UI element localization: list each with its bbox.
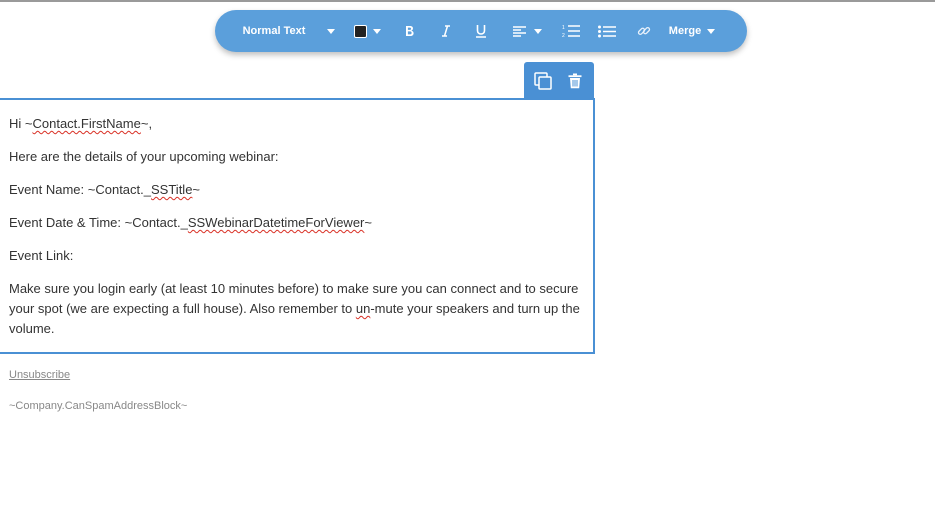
email-body-editor[interactable]: Hi ~Contact.FirstName~, Here are the det… [0, 98, 595, 354]
intro-line: Here are the details of your upcoming we… [9, 149, 279, 164]
merge-token-title: SSTitle [151, 182, 193, 197]
top-border [0, 0, 935, 2]
merge-token-firstname: Contact.FirstName [32, 116, 141, 131]
event-name-line: Event Name: ~Contact._SSTitle~ [9, 182, 201, 197]
bold-button[interactable] [399, 10, 419, 52]
svg-text:1: 1 [562, 25, 565, 31]
duplicate-block-button[interactable] [527, 62, 559, 100]
chevron-down-icon [372, 28, 381, 34]
merge-token-datetime: SSWebinarDatetimeForViewer [187, 215, 365, 230]
company-address-block: ~Company.CanSpamAddressBlock~ [9, 400, 188, 412]
merge-label: Merge [668, 25, 702, 37]
text-style-dropdown[interactable]: Normal Text [239, 10, 339, 52]
bullet-list-button[interactable] [596, 10, 618, 52]
spellcheck-word: un [355, 301, 371, 316]
numbered-list-button[interactable]: 1 2 [560, 10, 582, 52]
chevron-down-icon [533, 28, 542, 34]
chevron-down-icon [327, 28, 336, 34]
underline-icon [476, 25, 486, 38]
delete-block-button[interactable] [559, 62, 591, 100]
chevron-down-icon [707, 28, 716, 34]
copy-icon [534, 72, 552, 90]
numbered-list-icon: 1 2 [562, 25, 580, 38]
trash-icon [568, 73, 582, 89]
bold-icon [405, 26, 414, 36]
align-left-icon [512, 25, 526, 37]
note-paragraph: Make sure you login early (at least 10 m… [9, 281, 580, 336]
event-link-line: Event Link: [9, 248, 74, 263]
unsubscribe-link[interactable]: Unsubscribe [9, 369, 70, 381]
merge-dropdown[interactable]: Merge [667, 10, 717, 52]
formatting-toolbar: Normal Text 1 2 Merge [215, 10, 747, 52]
block-actions-bar [524, 62, 594, 100]
italic-icon [442, 25, 450, 37]
underline-button[interactable] [471, 10, 491, 52]
link-icon [637, 27, 651, 35]
svg-text:2: 2 [562, 33, 565, 38]
link-button[interactable] [634, 10, 654, 52]
greeting-line: Hi ~Contact.FirstName~, [9, 116, 153, 131]
color-swatch-icon [353, 24, 367, 38]
text-style-label: Normal Text [242, 25, 306, 37]
bullet-list-icon [598, 25, 616, 37]
text-color-picker[interactable] [349, 10, 385, 52]
align-dropdown[interactable] [507, 10, 547, 52]
italic-button[interactable] [436, 10, 456, 52]
event-date-line: Event Date & Time: ~Contact._SSWebinarDa… [9, 215, 372, 230]
